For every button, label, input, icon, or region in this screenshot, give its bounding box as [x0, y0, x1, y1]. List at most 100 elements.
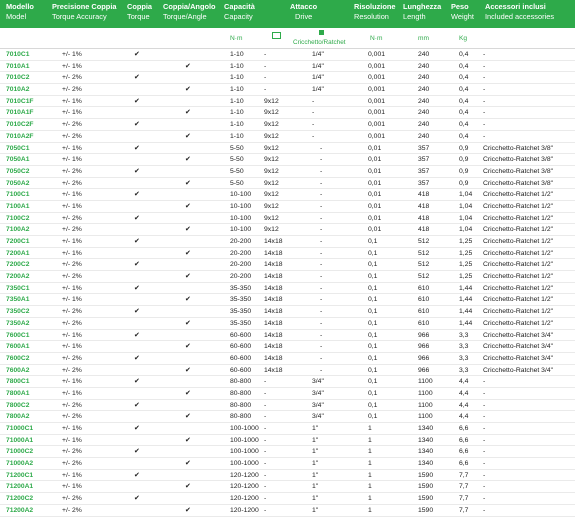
- length-cell: 418: [418, 214, 430, 222]
- capacity-cell: 35-350: [230, 284, 252, 292]
- weight-cell: 1,04: [459, 214, 473, 222]
- accuracy-cell: +/- 1%: [62, 191, 82, 199]
- length-cell: 610: [418, 296, 430, 304]
- square-drive-cell: -: [264, 471, 267, 479]
- resolution-cell: 0,1: [368, 354, 378, 362]
- length-cell: 610: [418, 308, 430, 316]
- resolution-cell: 0,001: [368, 109, 386, 117]
- weight-cell: 1,04: [459, 202, 473, 210]
- capacity-cell: 100-1000: [230, 425, 259, 432]
- resolution-cell: 1: [368, 436, 372, 444]
- capacity-cell: 80-800: [230, 413, 252, 421]
- drive-ratchet-cell: -: [320, 319, 323, 327]
- capacity-cell: 80-800: [230, 389, 252, 397]
- square-drive-cell: -: [264, 460, 267, 468]
- weight-unit: Kg: [459, 35, 468, 42]
- drive-ratchet-cell: -: [320, 366, 323, 374]
- model-cell: 7100A1: [6, 202, 30, 210]
- drive-cell: 3/4": [312, 378, 324, 386]
- torque-angle-check-icon: ✔: [185, 319, 191, 327]
- table-row: 7010A1 +/- 1% 1-10 - 1/4" 0,001 240 0,4 - ✔: [0, 61, 575, 73]
- capacity-cell: 5-50: [230, 167, 244, 175]
- length-cell: 418: [418, 226, 430, 234]
- model-cell: 7800A2: [6, 413, 30, 421]
- accuracy-cell: +/- 2%: [62, 214, 82, 222]
- square-drive-cell: -: [264, 413, 267, 421]
- capacity-cell: 10-100: [230, 191, 252, 199]
- drive-ratchet-cell: -: [320, 331, 323, 339]
- weight-cell: 1,25: [459, 249, 473, 257]
- length-cell: 512: [418, 238, 430, 245]
- square-drive-cell: -: [264, 86, 267, 94]
- model-cell: 7350A1: [6, 296, 30, 304]
- table-row: 7050C1 +/- 1% 5-50 9x12 - 0,01 357 0,9 Cricchett…: [0, 143, 575, 155]
- length-cell: 240: [418, 51, 430, 58]
- torque-angle-check-icon: ✔: [185, 296, 191, 304]
- resolution-cell: 0,1: [368, 284, 378, 292]
- capacity-cell: 1-10: [230, 132, 244, 140]
- torque-angle-check-icon: ✔: [185, 460, 191, 468]
- torque-angle-check-icon: ✔: [185, 86, 191, 94]
- square-drive-cell: 9x12: [264, 109, 279, 117]
- table-row: 7010A2F +/- 2% 1-10 9x12 - 0,001 240 0,4 - ✔: [0, 131, 575, 143]
- accuracy-cell: +/- 1%: [62, 331, 82, 339]
- square-drive-cell: 14x18: [264, 366, 283, 374]
- torque-angle-check-icon: ✔: [185, 132, 191, 140]
- length-cell: 240: [418, 97, 430, 105]
- weight-cell: 6,6: [459, 425, 469, 432]
- drive-ratchet-cell: -: [320, 191, 323, 199]
- square-drive-icon: [272, 32, 281, 39]
- square-drive-cell: 14x18: [264, 331, 283, 339]
- resolution-cell: 1: [368, 425, 372, 432]
- drive-cell: 3/4": [312, 389, 324, 397]
- square-drive-cell: 9x12: [264, 144, 279, 152]
- torque-check-icon: ✔: [134, 378, 140, 386]
- length-cell: 418: [418, 202, 430, 210]
- accuracy-cell: +/- 1%: [62, 62, 82, 70]
- square-drive-cell: 9x12: [264, 226, 279, 234]
- weight-cell: 0,9: [459, 179, 469, 187]
- drive-ratchet-cell: -: [320, 214, 323, 222]
- torque-check-icon: ✔: [134, 238, 140, 245]
- resolution-cell: 0,01: [368, 144, 382, 152]
- capacity-cell: 60-600: [230, 354, 252, 362]
- table-row: 71000C2 +/- 2% 100-1000-1" 1 1340 6,6- ✔: [0, 446, 575, 459]
- accuracy-cell: +/- 1%: [62, 202, 82, 210]
- accuracy-cell: +/- 1%: [62, 296, 82, 304]
- accuracy-cell: +/- 2%: [62, 121, 82, 129]
- accuracy-cell: +/- 1%: [62, 436, 82, 444]
- table-row: 71200C1 +/- 1% 120-1200-1" 1 1590 7,7- ✔: [0, 470, 575, 482]
- accuracy-cell: +/- 1%: [62, 156, 82, 164]
- capacity-cell: 1-10: [230, 109, 244, 117]
- table-row: 7010C1F +/- 1% 1-10 9x12 - 0,001 240 0,4 - ✔: [0, 96, 575, 108]
- capacity-cell: 1-10: [230, 62, 244, 70]
- resolution-cell: 0,1: [368, 331, 378, 339]
- accessories-cell: -: [483, 436, 486, 444]
- drive-ratchet-cell: -: [320, 284, 323, 292]
- length-cell: 240: [418, 86, 430, 94]
- capacity-cell: 35-350: [230, 296, 252, 304]
- model-cell: 7050A2: [6, 179, 30, 187]
- length-cell: 1100: [418, 389, 433, 397]
- length-cell: 240: [418, 62, 430, 70]
- drive-cell: -: [312, 121, 315, 129]
- table-row: 7800A2 +/- 2% 80-800 - 3/4" 0,1 1100 4,4 - ✔: [0, 411, 575, 423]
- torque-angle-check-icon: ✔: [185, 179, 191, 187]
- resolution-cell: 0,1: [368, 319, 378, 327]
- accessories-cell: Cricchetto-Ratchet 1/2": [483, 319, 554, 327]
- capacity-cell: 60-600: [230, 331, 252, 339]
- accessories-cell: Cricchetto-Ratchet 1/2": [483, 261, 554, 269]
- length-cell: 240: [418, 109, 430, 117]
- square-drive-cell: 9x12: [264, 167, 279, 175]
- header-torque: Coppia Torque: [127, 2, 153, 21]
- accuracy-cell: +/- 1%: [62, 144, 82, 152]
- square-drive-cell: 9x12: [264, 191, 279, 199]
- drive-ratchet-cell: -: [320, 156, 323, 164]
- resolution-cell: 0,01: [368, 167, 382, 175]
- capacity-cell: 5-50: [230, 179, 244, 187]
- table-header: Modello Model Precisione Coppia Torque Acc…: [0, 0, 575, 28]
- model-cell: 7200C2: [6, 261, 30, 269]
- drive-ratchet-cell: -: [320, 179, 323, 187]
- model-cell: 7350C2: [6, 308, 30, 316]
- table-row: 71000C1 +/- 1% 100-1000-1" 1 1340 6,6- ✔: [0, 423, 575, 435]
